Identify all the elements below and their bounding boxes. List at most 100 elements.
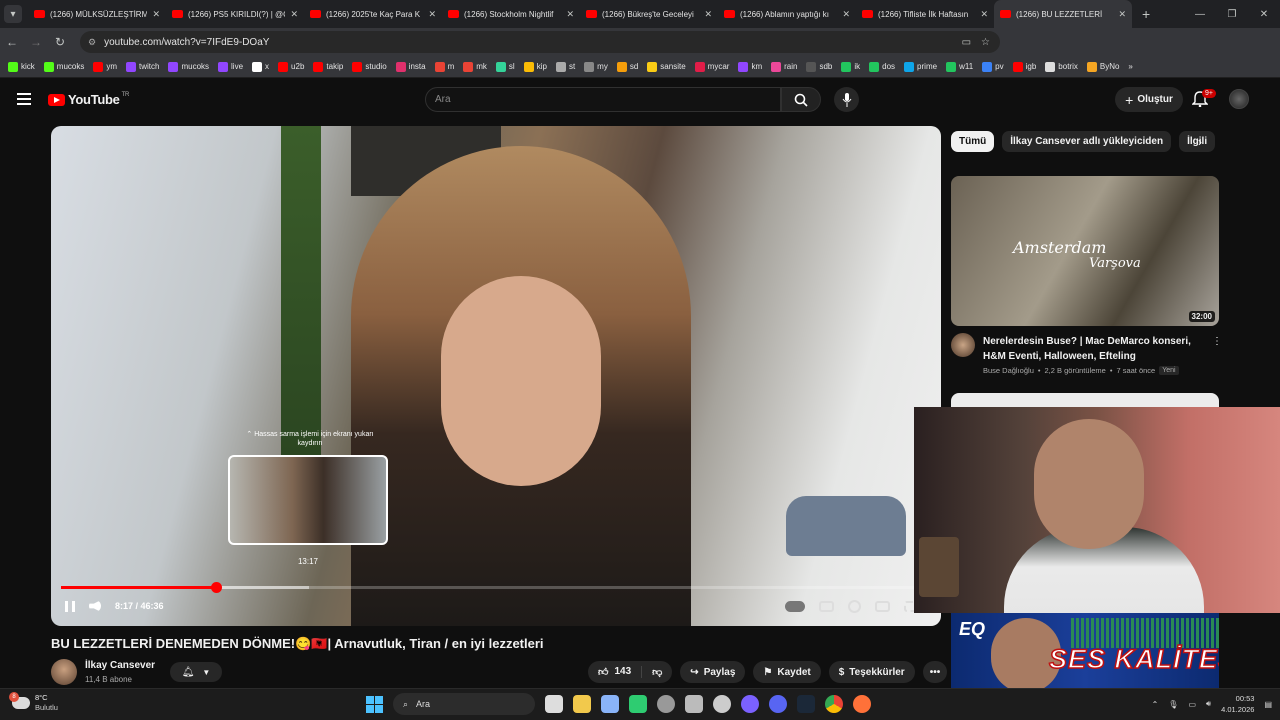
kebab-menu-icon[interactable]: ⋮ [1212,336,1222,347]
restore-button[interactable]: ❐ [1216,0,1248,28]
close-tab-icon[interactable]: ✕ [1118,9,1126,20]
url-field[interactable]: ⚙ youtube.com/watch?v=7IFdE9-DOaY ▭ ☆ [80,31,1000,53]
volume-icon[interactable] [89,600,101,612]
browser-tab[interactable]: (1266) MÜLKSÜZLEŞTİRM ✕ [28,0,166,28]
bookmark-item[interactable]: st [555,61,575,72]
bookmark-item[interactable]: live [218,61,243,72]
bookmark-item[interactable]: rain [771,61,797,72]
close-tab-icon[interactable]: ✕ [152,9,160,20]
bookmark-item[interactable]: ByNo [1086,61,1119,72]
recommendation-channel[interactable]: Buse Dağlıoğlu [983,366,1034,375]
back-icon[interactable]: ← [0,35,24,49]
close-window-button[interactable]: ✕ [1248,0,1280,28]
bookmark-item[interactable]: sl [495,61,515,72]
bookmark-item[interactable]: igb [1012,61,1036,72]
account-avatar[interactable] [1229,89,1249,109]
close-tab-icon[interactable]: ✕ [566,9,574,20]
taskbar-search[interactable]: ⌕ Ara [393,693,535,715]
search-button[interactable] [781,87,821,112]
bookmark-item[interactable]: mucoks [168,61,209,72]
progress-bar[interactable] [61,582,931,593]
bookmark-item[interactable]: kick [8,61,35,72]
bookmark-item[interactable]: ym [93,61,117,72]
bookmark-item[interactable]: studio [352,61,387,72]
bookmark-item[interactable]: x [252,61,269,72]
dislike-button[interactable]: 👎︎ [642,666,672,678]
browser-tab[interactable]: (1266) 2025'te Kaç Para K ✕ [304,0,442,28]
minimize-button[interactable]: — [1184,0,1216,28]
site-info-icon[interactable]: ⚙ [88,37,96,48]
browser-tab[interactable]: (1266) BU LEZZETLERİ ✕ [994,0,1132,28]
subtitles-icon[interactable] [819,601,834,612]
app-icon[interactable] [685,695,703,713]
bookmark-item[interactable]: mucoks [43,61,84,72]
app-icon[interactable] [657,695,675,713]
more-actions-button[interactable]: ••• [922,661,948,683]
bookmark-star-icon[interactable]: ☆ [981,37,990,48]
bookmark-item[interactable]: prime [904,61,937,72]
miniplayer-icon[interactable] [875,601,890,612]
voice-search-button[interactable] [834,87,859,112]
headset-app-icon[interactable] [629,695,647,713]
scrubber-handle[interactable] [210,582,222,593]
chevron-up-icon[interactable]: ⌃ [1152,700,1159,709]
close-tab-icon[interactable]: ✕ [290,9,298,20]
bookmark-item[interactable]: takip [313,61,343,72]
bookmark-item[interactable]: m [434,61,454,72]
like-button[interactable]: 👍︎ 143 [588,666,643,678]
chrome-icon[interactable] [825,695,843,713]
pause-button[interactable] [65,600,75,612]
browser-tab[interactable]: (1266) Ablamın yaptığı kı ✕ [718,0,856,28]
new-tab-button[interactable]: + [1142,6,1150,22]
weather-widget[interactable]: 8 8°C Bulutlu [9,692,58,713]
recommendation-channel-avatar[interactable] [951,333,975,357]
firefox-icon[interactable] [853,695,871,713]
notification-center-icon[interactable]: ▤ [1264,700,1272,709]
bookmark-item[interactable]: mk [463,61,487,72]
autoplay-toggle[interactable] [785,601,805,612]
browser-tab[interactable]: (1266) Bükreş'te Geceleyi ✕ [580,0,718,28]
youtube-logo[interactable]: YouTube TR [48,92,129,107]
settings-icon[interactable] [601,695,619,713]
cast-icon[interactable]: ▭ [962,37,971,48]
bookmarks-overflow-icon[interactable]: » [1128,62,1132,71]
subscribed-bell-button[interactable]: 🔔︎ ▼ [170,662,222,682]
bookmark-item[interactable]: botrix [1045,61,1078,72]
reload-icon[interactable]: ↻ [48,35,72,49]
thanks-button[interactable]: $ Teşekkürler [828,661,915,683]
filter-chip[interactable]: Tümü [951,131,995,152]
share-button[interactable]: ↪ Paylaş [680,661,746,683]
bookmark-item[interactable]: insta [395,61,426,72]
bookmark-item[interactable]: sdb [806,61,832,72]
channel-name[interactable]: İlkay Cansever [85,660,155,671]
recommendation-title[interactable]: Nerelerdesin Buse? | Mac DeMarco konseri… [983,334,1203,364]
tab-search-button[interactable]: ▾ [4,5,22,23]
bookmark-item[interactable]: sansite [647,61,686,72]
bookmark-item[interactable]: twitch [126,61,159,72]
clock[interactable]: 00:53 4.01.2026 [1221,693,1254,715]
network-icon[interactable]: ▭ [1188,700,1196,709]
app-icon[interactable] [713,695,731,713]
channel-avatar[interactable] [51,659,77,685]
create-button[interactable]: + Oluştur [1115,87,1183,112]
bookmark-item[interactable]: km [738,61,762,72]
microphone-icon[interactable]: 🎙︎ [1168,700,1178,709]
discord-icon[interactable] [769,695,787,713]
chevron-right-icon[interactable]: › [1198,135,1202,149]
save-button[interactable]: ⚑ Kaydet [753,661,821,683]
bookmark-item[interactable]: dos [869,61,895,72]
bookmark-item[interactable]: u2b [278,61,304,72]
close-tab-icon[interactable]: ✕ [428,9,436,20]
task-view-icon[interactable] [545,695,563,713]
filter-chip[interactable]: İlkay Cansever adlı yükleyiciden [1002,131,1172,152]
search-input[interactable]: Ara [425,87,781,112]
speaker-icon[interactable]: 🔊︎ [1206,699,1211,709]
browser-tab[interactable]: (1266) Stockholm Nightlif ✕ [442,0,580,28]
hamburger-menu-icon[interactable] [17,93,31,105]
bookmark-item[interactable]: sd [616,61,638,72]
bookmark-item[interactable]: mycar [694,61,729,72]
video-player[interactable]: ⌃ Hassas sarma işlemi için ekranı yukarı… [51,126,941,626]
windows-start-icon[interactable] [366,695,383,713]
bookmark-item[interactable]: kip [523,61,547,72]
settings-gear-icon[interactable] [848,600,861,613]
